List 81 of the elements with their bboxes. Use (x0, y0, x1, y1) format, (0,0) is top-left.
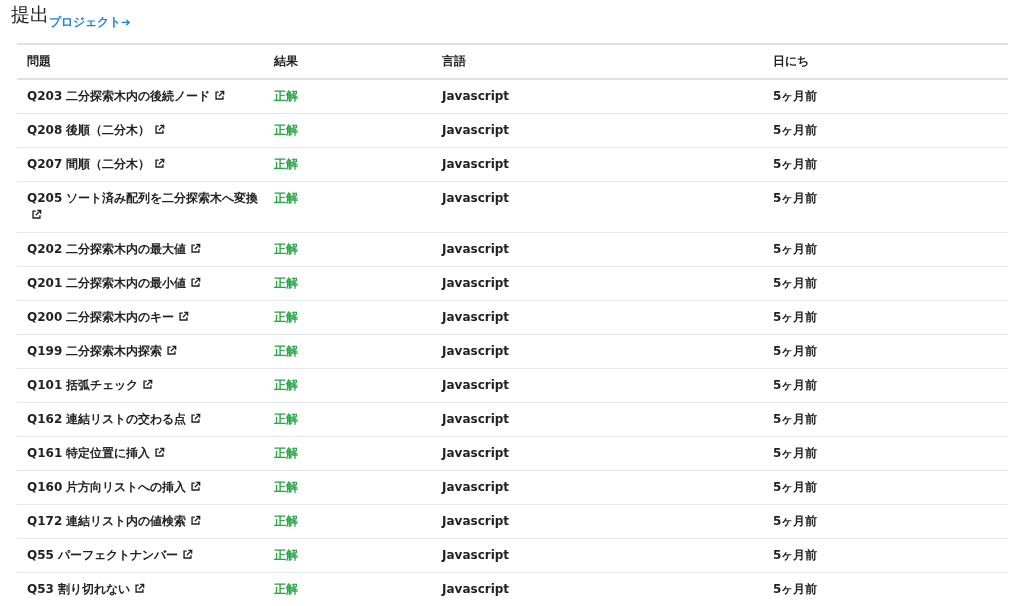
problem-link[interactable]: Q202 二分探索木内の最大値 (27, 242, 187, 257)
result-text: 正解 (274, 157, 298, 172)
result-text: 正解 (274, 191, 298, 206)
date-text: 5ヶ月前 (773, 514, 818, 529)
external-link-icon[interactable] (182, 549, 194, 561)
external-link-icon[interactable] (166, 345, 178, 357)
result-text: 正解 (274, 412, 298, 427)
problem-link[interactable]: Q160 片方向リストへの挿入 (27, 480, 187, 495)
problem-link[interactable]: Q201 二分探索木内の最小値 (27, 276, 187, 291)
result-text: 正解 (274, 446, 298, 461)
language-text: Javascript (442, 446, 510, 461)
result-text: 正解 (274, 378, 298, 393)
language-text: Javascript (442, 89, 510, 104)
date-text: 5ヶ月前 (773, 242, 818, 257)
problem-link[interactable]: Q207 間順（二分木） (27, 157, 151, 172)
language-text: Javascript (442, 514, 510, 529)
language-text: Javascript (442, 582, 510, 597)
date-text: 5ヶ月前 (773, 276, 818, 291)
language-text: Javascript (442, 480, 510, 495)
external-link-icon[interactable] (190, 243, 202, 255)
external-link-icon[interactable] (190, 413, 202, 425)
external-link-icon[interactable] (134, 583, 146, 595)
language-text: Javascript (442, 344, 510, 359)
result-text: 正解 (274, 310, 298, 325)
problem-link[interactable]: Q161 特定位置に挿入 (27, 446, 151, 461)
date-text: 5ヶ月前 (773, 310, 818, 325)
problem-link[interactable]: Q101 括弧チェック (27, 378, 139, 393)
date-text: 5ヶ月前 (773, 191, 818, 206)
column-header: 問題 (17, 44, 264, 80)
date-text: 5ヶ月前 (773, 548, 818, 563)
problem-link[interactable]: Q55 パーフェクトナンバー (27, 548, 179, 563)
language-text: Javascript (442, 276, 510, 291)
problem-link[interactable]: Q205 ソート済み配列を二分探索木へ変換 (27, 191, 259, 206)
problem-link[interactable]: Q200 二分探索木内のキー (27, 310, 175, 325)
external-link-icon[interactable] (190, 277, 202, 289)
date-text: 5ヶ月前 (773, 157, 818, 172)
projects-link[interactable]: プロジェクト➔ (49, 14, 131, 32)
date-text: 5ヶ月前 (773, 123, 818, 138)
problem-link[interactable]: Q53 割り切れない (27, 582, 131, 597)
external-link-icon[interactable] (178, 311, 190, 323)
language-text: Javascript (442, 378, 510, 393)
result-text: 正解 (274, 582, 298, 597)
date-text: 5ヶ月前 (773, 89, 818, 104)
date-text: 5ヶ月前 (773, 412, 818, 427)
problem-link[interactable]: Q199 二分探索木内探索 (27, 344, 163, 359)
problem-link[interactable]: Q172 連結リスト内の値検索 (27, 514, 187, 529)
language-text: Javascript (442, 412, 510, 427)
column-header: 日にち (763, 44, 1008, 80)
page-title: 提出 (11, 2, 49, 26)
language-text: Javascript (442, 123, 510, 138)
external-link-icon[interactable] (154, 124, 166, 136)
external-link-icon[interactable] (31, 209, 42, 221)
external-link-icon[interactable] (154, 158, 166, 170)
language-text: Javascript (442, 242, 510, 257)
result-text: 正解 (274, 89, 298, 104)
problem-link[interactable]: Q208 後順（二分木） (27, 123, 151, 138)
result-text: 正解 (274, 344, 298, 359)
result-text: 正解 (274, 242, 298, 257)
external-link-icon[interactable] (154, 447, 166, 459)
result-text: 正解 (274, 276, 298, 291)
language-text: Javascript (442, 310, 510, 325)
result-text: 正解 (274, 548, 298, 563)
external-link-icon[interactable] (142, 379, 154, 391)
external-link-icon[interactable] (190, 481, 202, 493)
result-text: 正解 (274, 123, 298, 138)
date-text: 5ヶ月前 (773, 446, 818, 461)
date-text: 5ヶ月前 (773, 344, 818, 359)
problem-link[interactable]: Q203 二分探索木内の後続ノード (27, 89, 211, 104)
external-link-icon[interactable] (214, 90, 226, 102)
date-text: 5ヶ月前 (773, 480, 818, 495)
column-header: 言語 (432, 44, 763, 80)
language-text: Javascript (442, 157, 510, 172)
problem-link[interactable]: Q162 連結リストの交わる点 (27, 412, 187, 427)
result-text: 正解 (274, 514, 298, 529)
language-text: Javascript (442, 548, 510, 563)
column-header: 結果 (264, 44, 432, 80)
language-text: Javascript (442, 191, 510, 206)
date-text: 5ヶ月前 (773, 582, 818, 597)
external-link-icon[interactable] (190, 515, 202, 527)
date-text: 5ヶ月前 (773, 378, 818, 393)
result-text: 正解 (274, 480, 298, 495)
